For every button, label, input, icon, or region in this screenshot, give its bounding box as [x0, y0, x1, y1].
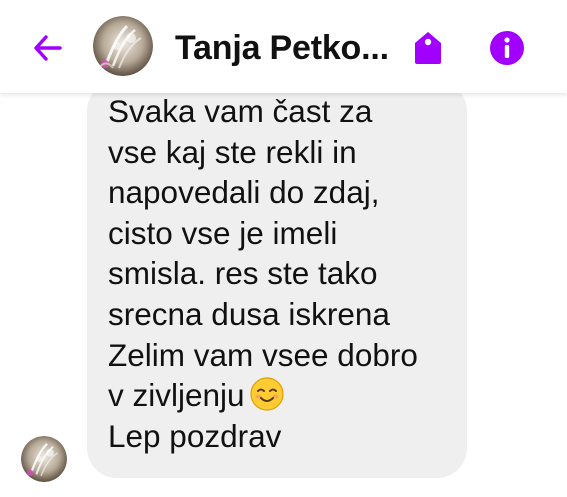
message-line-with-emoji: v zivljenju [108, 375, 447, 416]
message-bubble[interactable]: Svaka vam čast za vse kaj ste rekli in n… [87, 81, 467, 478]
tag-button[interactable] [404, 24, 452, 72]
sender-avatar[interactable] [21, 436, 67, 482]
arrow-left-icon [34, 35, 62, 61]
contact-name[interactable]: Tanja Petko... [175, 28, 389, 68]
message-line: Svaka vam čast za [108, 93, 373, 129]
chat-screen: Tanja Petko... Svaka vam čast za vse kaj… [0, 0, 567, 497]
info-icon [490, 31, 524, 65]
message-line: smisla. res ste tako [108, 255, 378, 292]
tag-icon [415, 32, 441, 64]
message-line: napovedali do zdaj, [108, 174, 380, 211]
message-line: srecna dusa iskrena [108, 295, 390, 332]
message-line: Zelim vam vsee dobro [108, 336, 418, 373]
info-button[interactable] [483, 24, 531, 72]
message-line: cisto vse je imeli [108, 214, 338, 251]
message-line: Lep pozdrav [108, 417, 282, 454]
message-line: vse kaj ste rekli in [108, 133, 357, 170]
message-list[interactable]: Svaka vam čast za vse kaj ste rekli in n… [0, 81, 567, 497]
message-line-text: v zivljenju [108, 377, 245, 414]
smiling-face-emoji-icon [249, 377, 284, 411]
chat-header: Tanja Petko... [0, 0, 567, 93]
back-button[interactable] [28, 28, 68, 68]
contact-avatar[interactable] [93, 16, 153, 76]
